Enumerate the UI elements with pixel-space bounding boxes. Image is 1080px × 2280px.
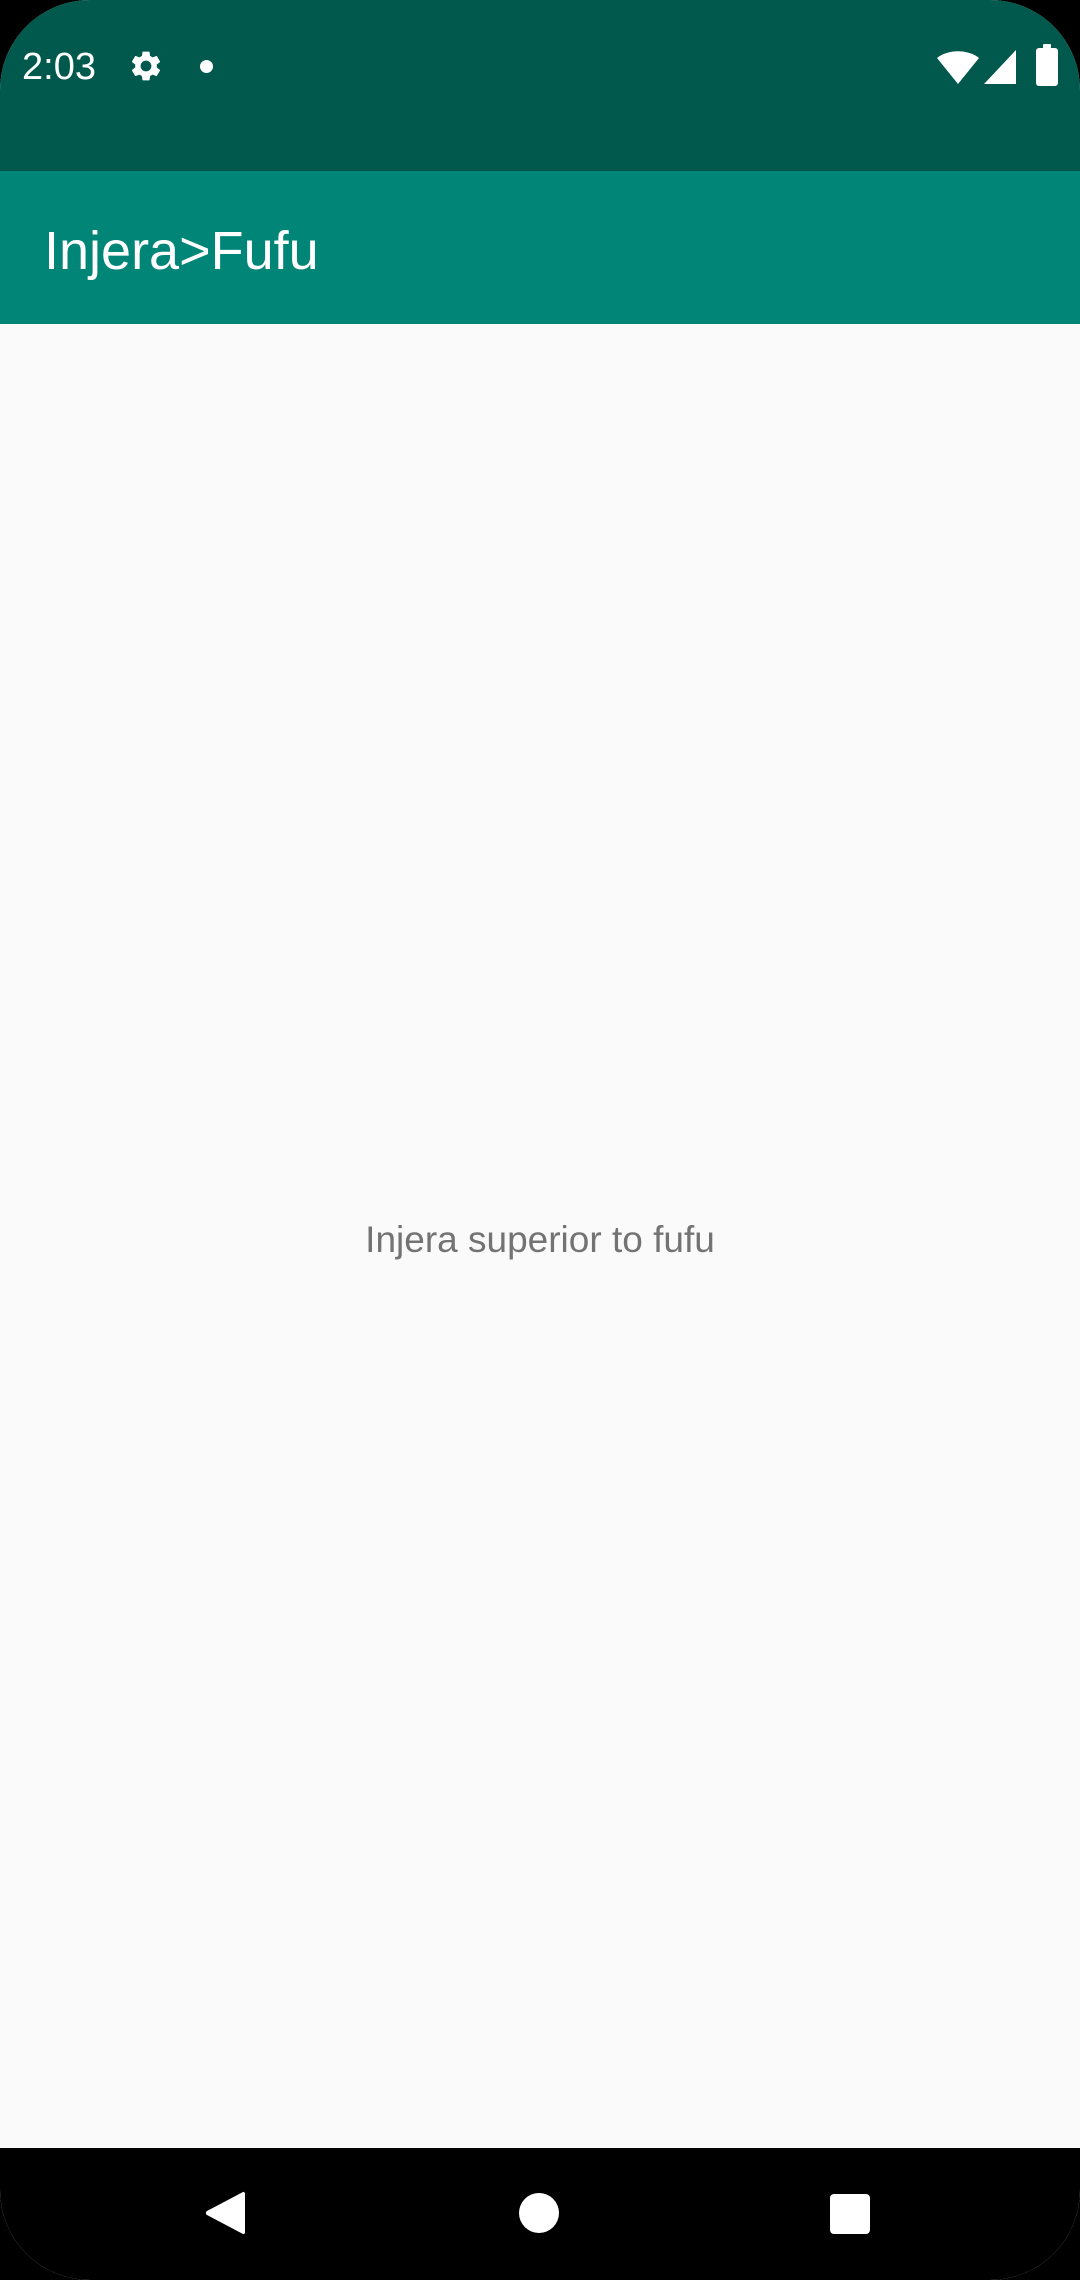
status-time: 2:03 bbox=[22, 46, 96, 88]
cell-signal-icon bbox=[982, 48, 1018, 86]
gear-icon bbox=[128, 48, 164, 84]
app-title: Injera>Fufu bbox=[44, 221, 319, 281]
wifi-icon bbox=[936, 48, 980, 86]
status-bar: 2:03 bbox=[0, 0, 1080, 171]
navigation-bar bbox=[0, 2148, 1080, 2280]
notification-dot-icon bbox=[200, 60, 213, 73]
recents-icon[interactable] bbox=[830, 2194, 870, 2234]
app-bar: Injera>Fufu bbox=[0, 171, 1080, 324]
message-text: Injera superior to fufu bbox=[365, 1219, 715, 1260]
phone-screen: 2:03 Injera>Fufu Injera superior to fufu bbox=[0, 0, 1080, 2280]
battery-icon bbox=[1036, 44, 1058, 86]
back-icon[interactable] bbox=[204, 2190, 246, 2236]
home-icon[interactable] bbox=[519, 2193, 559, 2233]
